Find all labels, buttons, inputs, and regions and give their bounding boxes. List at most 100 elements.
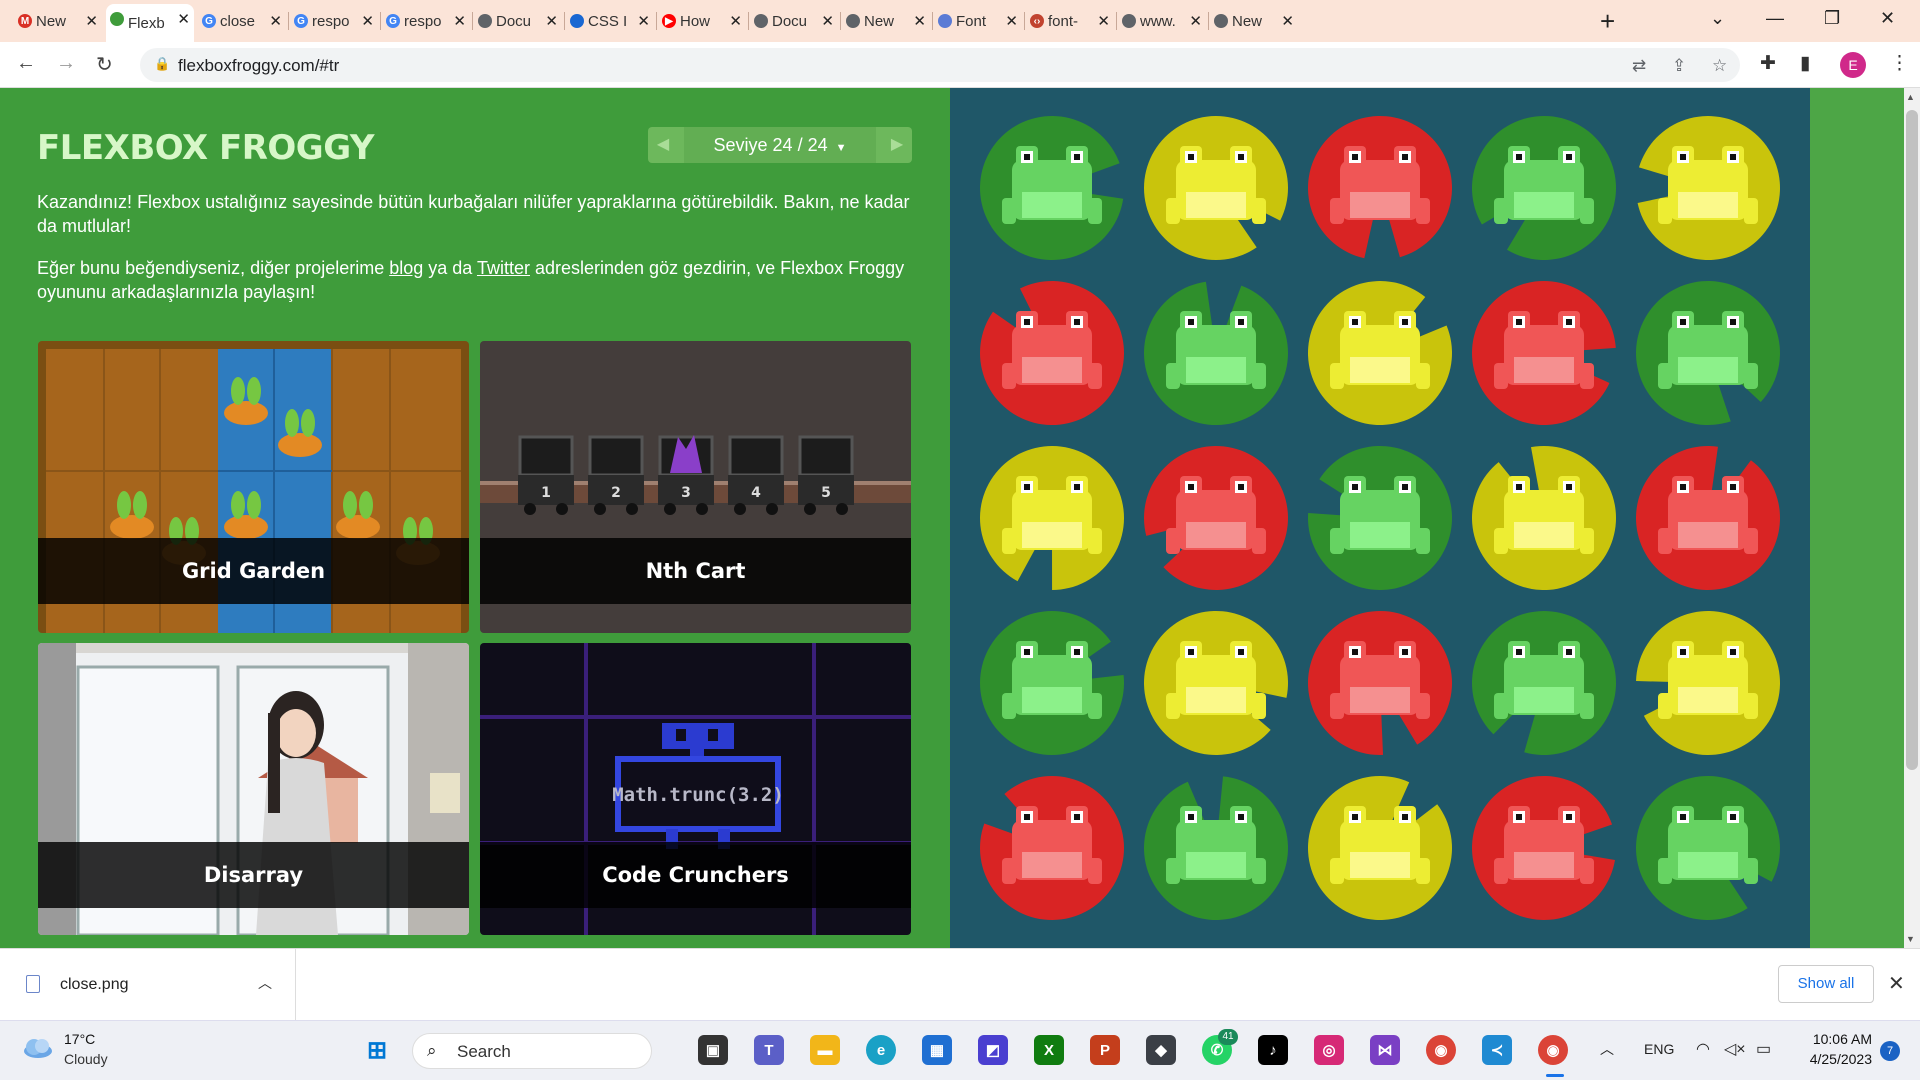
download-filename[interactable]: close.png (60, 976, 129, 994)
wifi-icon[interactable]: ◠ (1696, 1039, 1710, 1059)
minimize-icon[interactable]: — (1766, 8, 1784, 29)
instagram-icon[interactable]: ◎ (1314, 1035, 1344, 1065)
show-all-button[interactable]: Show all (1778, 965, 1874, 1003)
chevron-up-icon[interactable]: ︿ (258, 973, 272, 993)
edge-icon[interactable]: e (866, 1035, 896, 1065)
close-tab-icon[interactable]: ✕ (85, 12, 98, 30)
close-tab-icon[interactable]: ✕ (1097, 12, 1110, 30)
download-item[interactable]: close.png ︿ (0, 949, 296, 1021)
browser-tab[interactable]: www. ✕ (1118, 6, 1206, 36)
frog-pupil (1680, 154, 1686, 160)
vscode-icon[interactable]: ≺ (1482, 1035, 1512, 1065)
notification-badge[interactable]: 7 (1880, 1041, 1900, 1061)
blog-link[interactable]: blog (389, 258, 423, 278)
scrollbar-thumb[interactable] (1906, 110, 1918, 770)
powerpoint-icon[interactable]: P (1090, 1035, 1120, 1065)
extensions-icon[interactable]: ✚ (1760, 52, 1776, 75)
close-tab-icon[interactable]: ✕ (545, 12, 558, 30)
app-icon[interactable]: ◆ (1146, 1035, 1176, 1065)
url-text[interactable]: flexboxfroggy.com/#tr (178, 56, 339, 76)
browser-tab[interactable]: Docu ✕ (750, 6, 838, 36)
cart-wheel (556, 503, 568, 515)
close-tab-icon[interactable]: ✕ (1005, 12, 1018, 30)
menu-icon[interactable]: ⋮ (1890, 52, 1909, 75)
browser-tab[interactable]: Font ✕ (934, 6, 1022, 36)
close-tab-icon[interactable]: ✕ (361, 12, 374, 30)
back-icon[interactable]: ← (16, 52, 36, 75)
close-window-icon[interactable]: ✕ (1880, 8, 1895, 29)
close-tab-icon[interactable]: ✕ (1189, 12, 1202, 30)
lock-icon[interactable]: 🔒 (154, 56, 170, 72)
browser-tab[interactable]: ‹› font- ✕ (1026, 6, 1114, 36)
browser-tab[interactable]: M New ✕ (14, 6, 102, 36)
twitter-link[interactable]: Twitter (477, 258, 530, 278)
weather-condition[interactable]: Cloudy (64, 1051, 108, 1067)
close-tab-icon[interactable]: ✕ (729, 12, 742, 30)
scroll-up-icon[interactable]: ▲ (1906, 92, 1915, 102)
browser-tab[interactable]: Grespo ✕ (382, 6, 470, 36)
close-downloads-icon[interactable]: ✕ (1888, 971, 1905, 996)
close-tab-icon[interactable]: ✕ (269, 12, 282, 30)
browser-tab[interactable]: ▶ How ✕ (658, 6, 746, 36)
power-automate-icon[interactable]: ◩ (978, 1035, 1008, 1065)
bookmark-star-icon[interactable]: ☆ (1712, 56, 1727, 76)
chrome-profile-icon[interactable]: ◉ (1538, 1035, 1568, 1065)
xbox-icon[interactable]: X (1034, 1035, 1064, 1065)
frog-leg (1658, 198, 1672, 224)
browser-tab[interactable]: Docu ✕ (474, 6, 562, 36)
prev-level-icon[interactable]: ◀ (648, 127, 678, 163)
close-tab-icon[interactable]: ✕ (1281, 12, 1294, 30)
start-icon[interactable]: ⊞ (362, 1035, 392, 1065)
forward-icon[interactable]: → (56, 52, 76, 75)
close-tab-icon[interactable]: ✕ (821, 12, 834, 30)
visual-studio-icon[interactable]: ⋈ (1370, 1035, 1400, 1065)
scroll-down-icon[interactable]: ▼ (1906, 934, 1915, 944)
globe-icon (754, 14, 768, 28)
side-panel-icon[interactable]: ▮ (1800, 52, 1810, 75)
clock-time[interactable]: 10:06 AM (1802, 1031, 1872, 1047)
code-crunchers-card[interactable]: Math.trunc(3.2) Code Crunchers (480, 643, 911, 935)
browser-tab[interactable]: Gclose ✕ (198, 6, 286, 36)
tab-title: New (36, 12, 67, 30)
tray-overflow-icon[interactable]: ︿ (1600, 1039, 1614, 1059)
restore-icon[interactable]: ❐ (1824, 8, 1840, 29)
task-view-icon[interactable]: ▣ (698, 1035, 728, 1065)
chrome-icon[interactable]: ◉ (1426, 1035, 1456, 1065)
tab-search-icon[interactable]: ⌄ (1710, 8, 1725, 29)
tiktok-icon[interactable]: ♪ (1258, 1035, 1288, 1065)
taskbar-search[interactable]: ⌕ Search (412, 1033, 652, 1069)
close-tab-icon[interactable]: ✕ (453, 12, 466, 30)
weather-temp[interactable]: 17°C (64, 1031, 95, 1047)
close-tab-icon[interactable]: ✕ (177, 10, 190, 28)
browser-tab[interactable]: Grespo ✕ (290, 6, 378, 36)
browser-tab[interactable]: Flexb ✕ (106, 4, 194, 42)
nth-cart-card[interactable]: 1 2 3 4 5 Nth Cart (480, 341, 911, 633)
reload-icon[interactable]: ↻ (96, 52, 113, 77)
address-bar[interactable]: 🔒 flexboxfroggy.com/#tr ⇄ ⇪ ☆ (140, 48, 1740, 82)
close-tab-icon[interactable]: ✕ (913, 12, 926, 30)
translate-icon[interactable]: ⇄ (1632, 56, 1646, 76)
teams-icon[interactable]: T (754, 1035, 784, 1065)
browser-tab[interactable]: New ✕ (1210, 6, 1298, 36)
disarray-card[interactable]: Disarray (38, 643, 469, 935)
profile-avatar[interactable]: E (1840, 52, 1866, 78)
level-indicator[interactable]: Seviye 24 / 24 ▼ (684, 127, 876, 163)
cloud-icon[interactable] (22, 1037, 54, 1059)
frog-leg (1580, 858, 1594, 884)
red-frog-on-lilypad (1636, 446, 1780, 590)
browser-tab[interactable]: CSS I ✕ (566, 6, 654, 36)
file-explorer-icon[interactable]: ▬ (810, 1035, 840, 1065)
browser-tab[interactable]: New ✕ (842, 6, 930, 36)
share-icon[interactable]: ⇪ (1672, 56, 1686, 76)
language-indicator[interactable]: ENG (1644, 1041, 1674, 1057)
clock-date[interactable]: 4/25/2023 (1784, 1051, 1872, 1067)
new-tab-button[interactable]: + (1600, 6, 1615, 37)
volume-icon[interactable]: ◁× (1724, 1039, 1746, 1059)
grid-garden-card[interactable]: Grid Garden (38, 341, 469, 633)
store-icon[interactable]: ▦ (922, 1035, 952, 1065)
next-level-icon[interactable]: ▶ (882, 127, 912, 163)
close-tab-icon[interactable]: ✕ (637, 12, 650, 30)
frog-belly (1514, 522, 1574, 548)
frog-belly (1186, 852, 1246, 878)
battery-icon[interactable]: ▭ (1756, 1039, 1771, 1059)
